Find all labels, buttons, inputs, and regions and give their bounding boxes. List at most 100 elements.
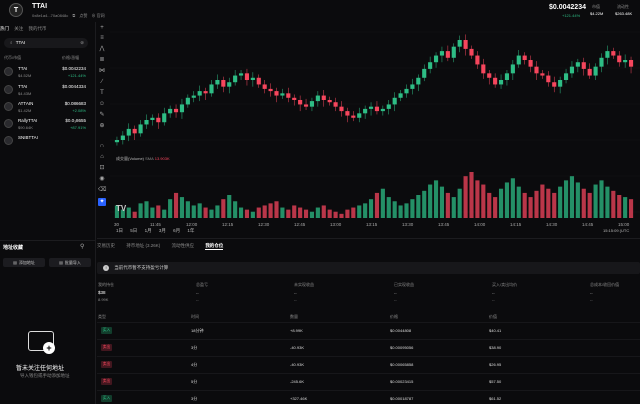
volume-bar xyxy=(162,209,167,218)
zoom-icon[interactable]: ⊕ xyxy=(98,122,106,130)
tf-1y[interactable]: 1年 xyxy=(187,228,194,233)
trade-time: 3分 xyxy=(191,345,198,350)
copy-icon[interactable]: ⧉ xyxy=(72,13,75,18)
table-row[interactable]: 卖出 3分 -40.93K $0.00095056 $38.90 xyxy=(97,339,640,356)
crosshair-icon[interactable]: + xyxy=(98,24,106,32)
globe-icon[interactable]: ⊕ xyxy=(92,13,96,18)
tab-holders[interactable]: 持币地址 (3.26K) xyxy=(126,243,160,248)
lock-icon[interactable]: ⊡ xyxy=(98,164,106,172)
tf-5d[interactable]: 5日 xyxy=(130,228,137,233)
col-price: 价格 xyxy=(390,314,398,319)
batch-import-button[interactable]: ▤ 批量导入 xyxy=(49,258,91,267)
fibonacci-icon[interactable]: ≣ xyxy=(98,56,106,64)
trade-value: $57.50 xyxy=(489,379,502,384)
tab-follow[interactable]: 关注 xyxy=(14,26,23,31)
volume-bar xyxy=(262,205,267,218)
eye-icon[interactable]: ◉ xyxy=(98,175,106,183)
text-icon[interactable]: T xyxy=(98,89,106,97)
pattern-icon[interactable]: ⋈ xyxy=(98,67,106,75)
watchlist-item[interactable]: TTAI $4.43M $0.0044334 xyxy=(4,83,92,99)
watchlist-name: RallyTTAI xyxy=(18,118,38,123)
like-link[interactable]: 点赞 xyxy=(79,13,87,18)
volume-bar xyxy=(433,180,439,218)
table-row[interactable]: 卖出 4分 -40.93K $0.00065858 $26.95 xyxy=(97,356,640,373)
trade-price: $0.00095056 xyxy=(390,345,414,350)
tf-6m[interactable]: 6月 xyxy=(173,228,180,233)
summary-label: 总盈亏 xyxy=(196,282,208,287)
candle xyxy=(422,68,427,78)
left-tabs: 热门 关注 我的代币 xyxy=(0,26,47,32)
tf-3m[interactable]: 3月 xyxy=(159,228,166,233)
tab-trade-history[interactable]: 交易历史 xyxy=(97,243,115,248)
candle xyxy=(457,40,462,47)
price-chart[interactable]: 30 11:45 12:00 12:15 12:30 12:45 13:00 13:15 13:… xyxy=(110,22,640,236)
volume-bar xyxy=(487,192,492,218)
tf-1d[interactable]: 1日 xyxy=(116,228,123,233)
volume-ma: SMA xyxy=(145,156,154,161)
summary-label: 已实现收益 xyxy=(394,282,414,287)
horizontal-line-icon[interactable]: ≡ xyxy=(98,34,106,42)
watchlist-item[interactable]: ATTAIN $1.42M $0.086683 +2.08% xyxy=(4,100,92,116)
trade-price: $0.00018787 xyxy=(390,396,414,401)
volume-bar xyxy=(191,205,196,218)
volume-bar xyxy=(469,172,474,218)
candle xyxy=(303,104,309,107)
tab-my-tokens[interactable]: 我的代币 xyxy=(29,26,47,31)
brush-icon[interactable]: ∕ xyxy=(98,78,106,86)
watchlist-name: SNIBTTAI xyxy=(18,135,38,140)
table-row[interactable]: 卖出 5分 -245.6K $0.00023415 $57.50 xyxy=(97,373,640,390)
settings-icon[interactable]: ✦ xyxy=(98,198,106,206)
candle xyxy=(410,84,415,89)
tab-my-position[interactable]: 我的仓位 xyxy=(205,243,224,250)
trade-type-badge: 卖出 xyxy=(101,344,112,351)
volume-bar xyxy=(315,207,320,218)
table-row[interactable]: 买入 18分钟 +8.99K $0.0044808 $40.41 xyxy=(97,322,640,339)
trash-icon[interactable]: ⌫ xyxy=(98,186,106,194)
table-row[interactable]: 买入 3分 +327.46K $0.00018787 $61.52 xyxy=(97,390,640,404)
ruler-icon[interactable]: ✎ xyxy=(98,111,106,119)
address-favorites-panel: 地址收藏 ⚲ ▤ 添加地址 ▤ 批量导入 + 暂未关注任何地址 导入钱包或手动添… xyxy=(0,240,96,404)
col-type[interactable]: 类型 xyxy=(98,314,106,320)
filter-icon[interactable]: ⚲ xyxy=(80,243,84,250)
search-input[interactable]: ⌕ TTAI ⊗ xyxy=(4,38,88,48)
summary-value: -- xyxy=(394,290,397,295)
token-icon xyxy=(4,67,13,76)
emoji-icon[interactable]: ☺ xyxy=(98,100,106,108)
volume-bar xyxy=(611,190,616,218)
candle xyxy=(351,115,356,118)
trade-time: 3分 xyxy=(191,396,198,401)
x-tick-label: 13:15 xyxy=(366,222,378,227)
watchlist-item[interactable]: RallyTTAI $90.64K $0.0₃8655 +87.91% xyxy=(4,117,92,133)
candle xyxy=(623,60,628,63)
candle xyxy=(392,97,397,105)
token-icon xyxy=(4,119,13,128)
website-link[interactable]: 官网 xyxy=(97,13,105,18)
volume-bar xyxy=(558,186,563,218)
add-address-button[interactable]: ▤ 添加地址 xyxy=(3,258,45,267)
magnet-icon[interactable]: ∩ xyxy=(98,142,106,150)
watchlist-item[interactable]: SNIBTTAI xyxy=(4,134,92,150)
volume-bar xyxy=(203,207,208,218)
tab-liquidity[interactable]: 流动性供应 xyxy=(172,243,195,248)
x-tick-label: 14:15 xyxy=(510,222,522,227)
tab-hot[interactable]: 热门 xyxy=(0,26,9,31)
volume-bar xyxy=(552,192,557,218)
lock-draw-icon[interactable]: ⌂ xyxy=(98,153,106,161)
watchlist-item[interactable]: TTAI $4.52M $0.0042234 +121.44% xyxy=(4,65,92,81)
volume-value: 13.903K xyxy=(154,156,170,161)
tf-1m[interactable]: 1月 xyxy=(145,228,152,233)
stat-value-mcap: $4.22M xyxy=(590,11,604,16)
fork-icon[interactable]: ⋀ xyxy=(98,45,106,53)
candle xyxy=(398,93,403,98)
bottom-tabs: 交易历史 持币地址 (3.26K) 流动性供应 我的仓位 xyxy=(97,243,233,250)
col-time[interactable]: 时间 xyxy=(191,314,199,320)
clear-icon[interactable]: ⊗ xyxy=(80,40,84,46)
candle xyxy=(599,57,604,67)
trade-time: 4分 xyxy=(191,362,198,367)
volume-bar xyxy=(321,205,326,218)
candle xyxy=(256,77,261,85)
volume-bar xyxy=(363,203,368,218)
token-address[interactable]: 0x8e1a4...70a0848c xyxy=(32,13,68,18)
watchlist-price: $0.0042234 xyxy=(62,66,86,71)
volume-bar xyxy=(327,209,332,218)
